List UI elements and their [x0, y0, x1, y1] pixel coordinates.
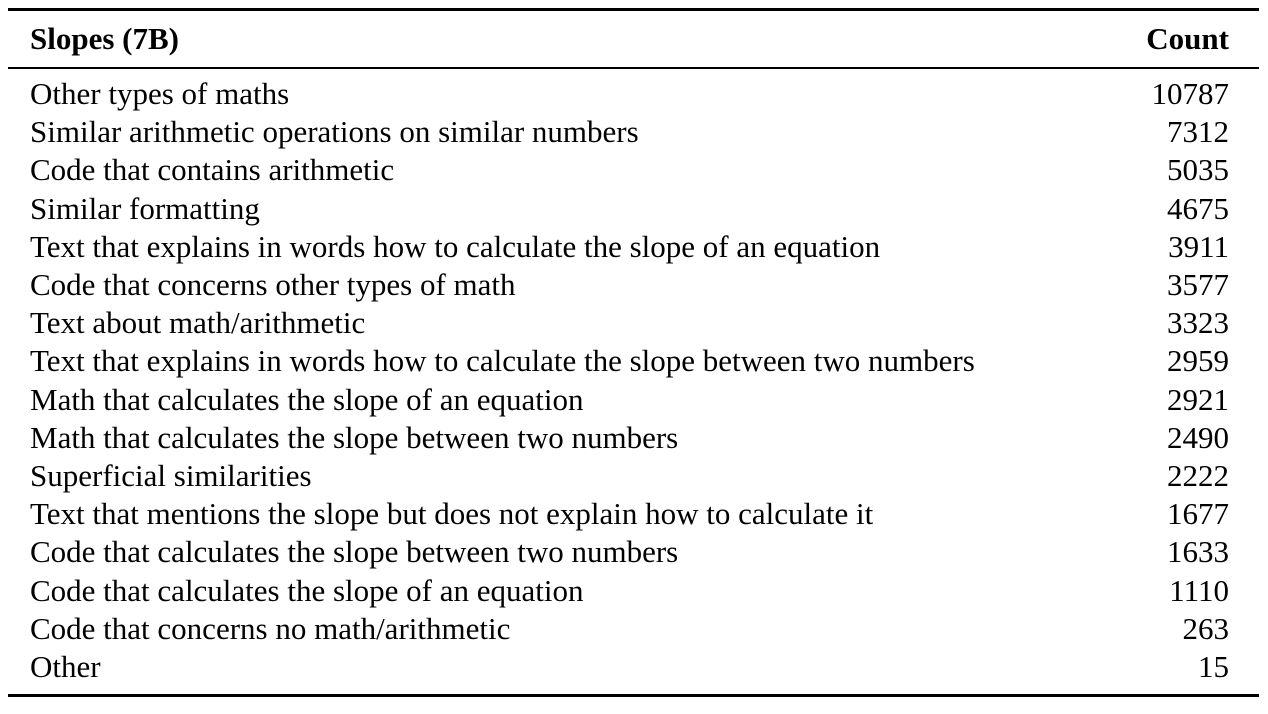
table-row: Text that mentions the slope but does no… — [8, 495, 1259, 533]
row-label: Text about math/arithmetic — [30, 305, 366, 341]
row-count: 2222 — [1167, 458, 1229, 494]
row-label: Code that concerns no math/arithmetic — [30, 610, 511, 646]
row-count: 4675 — [1167, 190, 1229, 226]
row-label: Code that calculates the slope between t… — [30, 534, 679, 570]
header-label: Slopes (7B) — [30, 21, 179, 56]
row-count: 3577 — [1167, 267, 1229, 303]
row-count: 2921 — [1167, 381, 1229, 417]
row-count: 5035 — [1167, 152, 1229, 188]
row-label: Other types of maths — [30, 76, 290, 111]
row-label: Math that calculates the slope between t… — [30, 419, 679, 455]
row-count: 1633 — [1167, 534, 1229, 570]
row-label: Text that explains in words how to calcu… — [30, 343, 975, 379]
table-row: Code that contains arithmetic 5035 — [8, 151, 1259, 189]
row-count: 2959 — [1167, 343, 1229, 379]
row-label: Math that calculates the slope of an equ… — [30, 381, 584, 417]
table-row: Text that explains in words how to calcu… — [8, 342, 1259, 380]
table-body: Other types of maths 10787 Similar arith… — [8, 69, 1259, 694]
row-label: Text that mentions the slope but does no… — [30, 496, 874, 532]
table-row: Code that concerns other types of math 3… — [8, 266, 1259, 304]
row-count: 3911 — [1168, 228, 1229, 264]
row-label: Superficial similarities — [30, 458, 312, 494]
row-count: 2490 — [1167, 419, 1229, 455]
row-count: 15 — [1198, 649, 1229, 685]
header-count: Count — [1146, 21, 1229, 56]
row-count: 1110 — [1169, 572, 1229, 608]
table-row: Text about math/arithmetic 3323 — [8, 304, 1259, 342]
row-count: 7312 — [1167, 114, 1229, 150]
row-label: Code that contains arithmetic — [30, 152, 395, 188]
table-row: Math that calculates the slope between t… — [8, 419, 1259, 457]
row-label: Similar formatting — [30, 190, 260, 226]
table-row: Code that concerns no math/arithmetic 26… — [8, 610, 1259, 648]
row-label: Similar arithmetic operations on similar… — [30, 114, 639, 150]
table-row: Superficial similarities 2222 — [8, 457, 1259, 495]
row-label: Code that concerns other types of math — [30, 267, 516, 303]
table-row: Code that calculates the slope between t… — [8, 533, 1259, 571]
row-label: Text that explains in words how to calcu… — [30, 228, 881, 264]
table-row: Code that calculates the slope of an equ… — [8, 572, 1259, 610]
table-row: Similar arithmetic operations on similar… — [8, 113, 1259, 151]
table-header-row: Slopes (7B) Count — [8, 11, 1259, 67]
table-row: Other types of maths 10787 — [8, 75, 1259, 113]
table-row: Math that calculates the slope of an equ… — [8, 381, 1259, 419]
table-bottom-rule — [8, 694, 1259, 698]
row-label: Other — [30, 649, 101, 685]
table-row: Other 15 — [8, 648, 1259, 686]
table-row: Text that explains in words how to calcu… — [8, 228, 1259, 266]
row-count: 1677 — [1167, 496, 1229, 532]
row-count: 10787 — [1151, 76, 1230, 111]
row-label: Code that calculates the slope of an equ… — [30, 572, 584, 608]
table-row: Similar formatting 4675 — [8, 190, 1259, 228]
row-count: 263 — [1182, 610, 1230, 646]
slopes-table: Slopes (7B) Count Other types of maths 1… — [8, 8, 1259, 698]
row-count: 3323 — [1167, 305, 1229, 341]
